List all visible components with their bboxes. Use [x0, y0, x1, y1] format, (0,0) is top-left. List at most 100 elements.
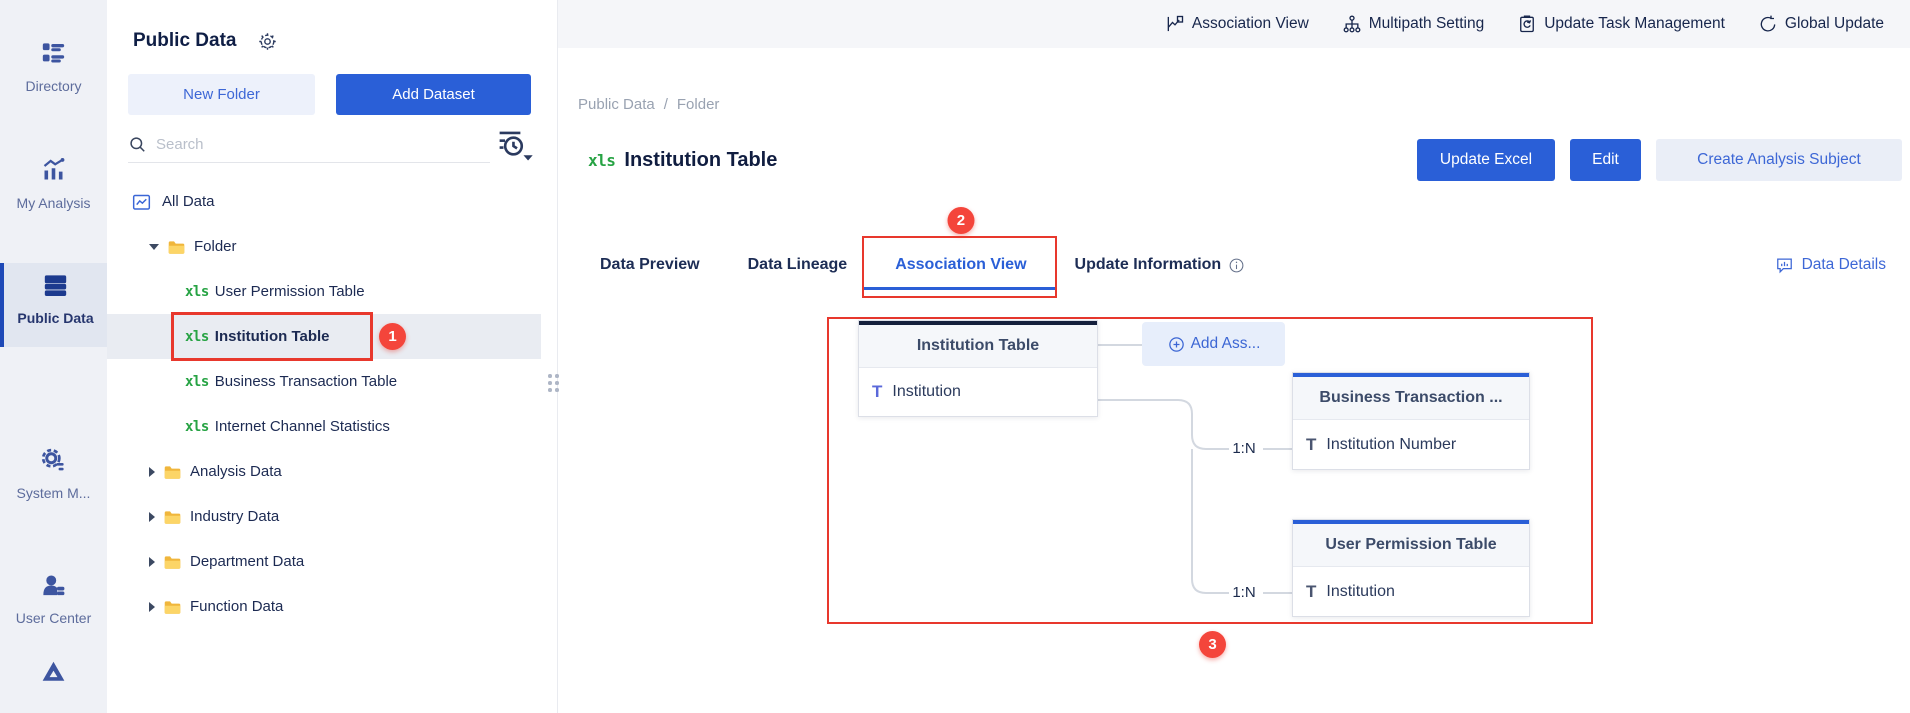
- analysis-icon: [40, 157, 67, 184]
- annotation-badge-2: 2: [947, 207, 975, 234]
- caret-collapsed-icon[interactable]: [149, 466, 155, 477]
- tree-item-folder[interactable]: Folder: [107, 224, 541, 269]
- relation-label-1n: 1:N: [1232, 440, 1256, 457]
- tab-data-preview[interactable]: Data Preview: [600, 256, 700, 274]
- association-view-icon: [1167, 15, 1184, 32]
- app-sidebar: Directory My Analysis Public Data System…: [0, 0, 107, 713]
- text-field-type-icon: T: [872, 382, 883, 401]
- page-title: Institution Table: [624, 148, 778, 171]
- tree-item-user-permission-table[interactable]: xls User Permission Table: [107, 269, 541, 314]
- diagram-node-institution-table[interactable]: Institution Table T Institution: [858, 320, 1098, 417]
- tree-item-label: Department Data: [190, 553, 305, 570]
- sidebar-label: Directory: [25, 78, 82, 94]
- diagram-node-business-transaction-table[interactable]: Business Transaction ... T Institution N…: [1292, 372, 1530, 470]
- tree-item-all-data[interactable]: All Data: [107, 179, 541, 224]
- xls-icon: xls: [185, 328, 209, 345]
- tree-item-department-data[interactable]: Department Data: [107, 539, 541, 584]
- detail-tabs: Data Preview Data Lineage Association Vi…: [600, 207, 1886, 298]
- caret-collapsed-icon[interactable]: [149, 601, 155, 612]
- system-gear-icon: [40, 447, 67, 474]
- text-field-type-icon: T: [1306, 581, 1317, 601]
- breadcrumb: Public Data / Folder: [578, 96, 719, 113]
- breadcrumb-separator: /: [663, 96, 668, 113]
- xls-icon: xls: [185, 283, 209, 300]
- tree-item-label: Function Data: [190, 598, 284, 615]
- sidebar-label: System M...: [16, 485, 91, 501]
- sort-by-time-filter-icon[interactable]: [495, 126, 539, 166]
- sidebar-item-system-management[interactable]: System M...: [0, 447, 107, 501]
- caret-collapsed-icon[interactable]: [149, 556, 155, 567]
- tree-item-label: Business Transaction Table: [214, 373, 398, 390]
- toolbar-association-view[interactable]: Association View: [1165, 14, 1309, 34]
- caret-collapsed-icon[interactable]: [149, 511, 155, 522]
- caret-expanded-icon[interactable]: [149, 243, 159, 250]
- folder-icon: [166, 238, 187, 256]
- tree-item-analysis-data[interactable]: Analysis Data: [107, 449, 541, 494]
- new-folder-button[interactable]: New Folder: [128, 74, 315, 115]
- search-icon: [130, 136, 145, 152]
- tree-item-label: Analysis Data: [190, 463, 282, 480]
- info-icon[interactable]: [1228, 257, 1245, 274]
- tree-item-label: Industry Data: [190, 508, 280, 525]
- sidebar-item-my-analysis[interactable]: My Analysis: [0, 157, 107, 211]
- annotation-badge-1: 1: [379, 323, 406, 350]
- search-field: [128, 126, 490, 163]
- directory-icon: [40, 40, 67, 67]
- annotation-badge-3: 3: [1199, 631, 1226, 658]
- tree-item-function-data[interactable]: Function Data: [107, 584, 541, 629]
- data-details-link[interactable]: Data Details: [1775, 238, 1886, 292]
- node-title: User Permission Table: [1293, 524, 1529, 567]
- folder-icon: [162, 508, 183, 526]
- folder-icon: [162, 598, 183, 616]
- main-content: Association View Multipath Setting Updat…: [558, 0, 1910, 713]
- toolbar-multipath-setting[interactable]: Multipath Setting: [1342, 14, 1484, 34]
- tree-item-internet-channel-statistics[interactable]: xls Internet Channel Statistics: [107, 404, 541, 449]
- sidebar-label: Public Data: [17, 310, 94, 326]
- add-association-button[interactable]: Add Ass...: [1142, 322, 1285, 366]
- xls-icon: xls: [588, 150, 616, 170]
- add-dataset-button[interactable]: Add Dataset: [336, 74, 531, 115]
- tree-item-label: Institution Table: [214, 328, 330, 345]
- toolbar-update-task-management[interactable]: Update Task Management: [1517, 14, 1725, 34]
- create-analysis-subject-button[interactable]: Create Analysis Subject: [1656, 139, 1902, 181]
- multipath-icon: [1343, 15, 1361, 33]
- user-center-icon: [40, 572, 67, 599]
- update-excel-button[interactable]: Update Excel: [1417, 139, 1555, 181]
- drive-triangle-icon: [40, 659, 67, 686]
- dataset-panel: Public Data New Folder Add Dataset All D…: [107, 0, 558, 713]
- node-title: Business Transaction ...: [1293, 377, 1529, 420]
- search-input[interactable]: [156, 135, 456, 153]
- association-toolbar: Association View Multipath Setting Updat…: [558, 0, 1910, 48]
- xls-icon: xls: [185, 373, 209, 390]
- tree-item-label: All Data: [162, 193, 215, 210]
- tree-item-industry-data[interactable]: Industry Data: [107, 494, 541, 539]
- tree-item-label: Folder: [194, 238, 237, 255]
- panel-settings-gear-icon[interactable]: [257, 31, 278, 52]
- all-data-icon: [131, 192, 152, 212]
- folder-icon: [162, 463, 183, 481]
- diagram-node-user-permission-table[interactable]: User Permission Table T Institution: [1292, 519, 1530, 617]
- sidebar-item-public-data[interactable]: Public Data: [0, 263, 107, 347]
- breadcrumb-public-data[interactable]: Public Data: [578, 96, 655, 113]
- sidebar-item-directory[interactable]: Directory: [0, 40, 107, 94]
- node-field: T Institution Number: [1306, 434, 1457, 454]
- sidebar-item-drive[interactable]: [0, 659, 107, 691]
- sidebar-label: My Analysis: [16, 195, 91, 211]
- active-tab-underline: [862, 286, 1057, 290]
- relation-label-1n: 1:N: [1232, 584, 1256, 601]
- sidebar-label: User Center: [15, 610, 92, 626]
- breadcrumb-folder[interactable]: Folder: [677, 96, 720, 113]
- tab-association-view[interactable]: Association View 2: [862, 207, 1057, 298]
- dataset-tree: All Data Folder xls User Permission Tabl…: [107, 179, 541, 629]
- tree-item-business-transaction-table[interactable]: xls Business Transaction Table: [107, 359, 541, 404]
- tab-data-lineage[interactable]: Data Lineage: [748, 256, 848, 274]
- tab-update-information[interactable]: Update Information: [1075, 256, 1246, 274]
- edit-button[interactable]: Edit: [1570, 139, 1641, 181]
- page-actions: Update Excel Edit Create Analysis Subjec…: [1417, 139, 1902, 181]
- sidebar-item-user-center[interactable]: User Center: [0, 572, 107, 626]
- tree-item-institution-table[interactable]: xls Institution Table 1: [107, 312, 541, 361]
- panel-resize-handle[interactable]: [548, 374, 562, 400]
- public-data-icon: [42, 272, 69, 299]
- page-title-row: xls Institution Table Update Excel Edit …: [588, 138, 1902, 182]
- toolbar-global-update[interactable]: Global Update: [1758, 14, 1884, 34]
